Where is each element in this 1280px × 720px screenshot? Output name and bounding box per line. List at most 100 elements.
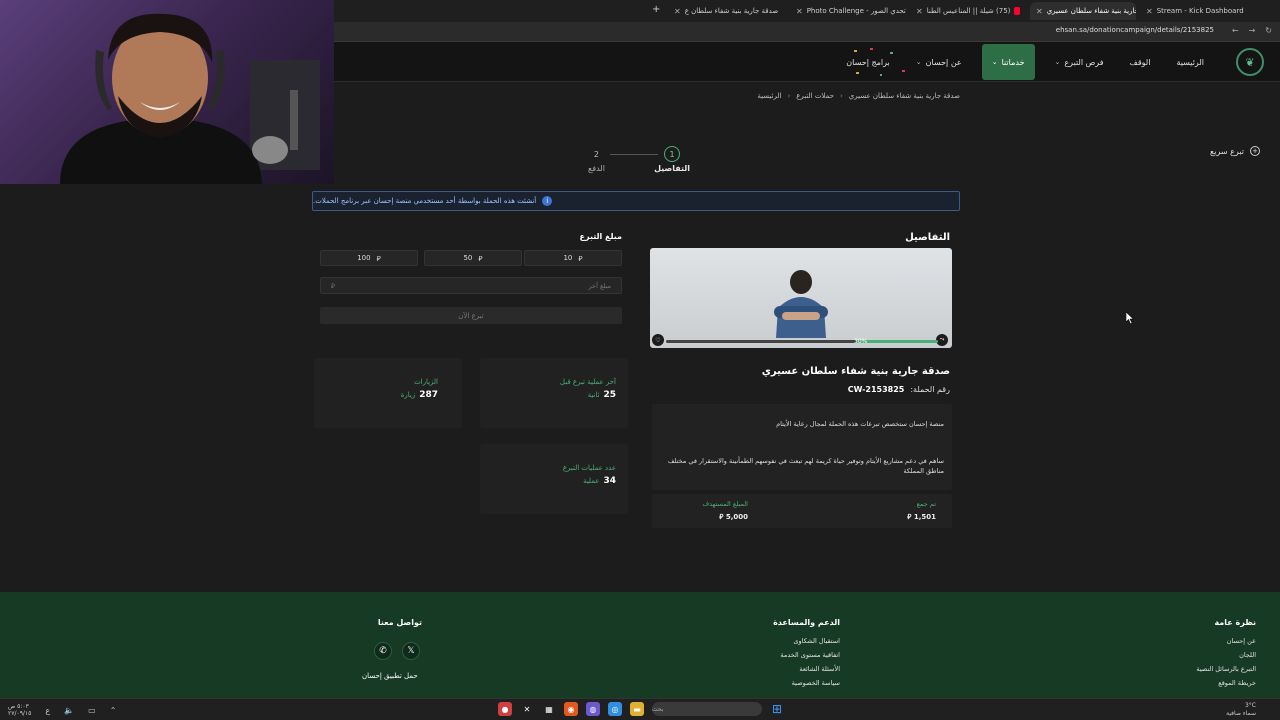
footer-link[interactable]: خريطة الموقع [1196,679,1256,687]
windows-start-icon[interactable]: ⊞ [770,702,784,716]
info-icon: i [542,196,553,206]
nav-about[interactable]: عن إحسان ⌄ [910,44,968,80]
footer-link[interactable]: سياسة الخصوصية [773,679,840,687]
speaker-icon[interactable]: 🔈 [64,706,74,715]
os-taskbar: ٥:٠٣ ص ٢٧/٠٩/١٥ ع 🔈 ▭ ⌃ ● ✕ ▦ ◉ ◍ ◎ ▬ بح… [0,698,1280,720]
app-icon[interactable]: ✕ [520,702,534,716]
nav-home[interactable]: الرئيسية [1170,44,1210,80]
chevron-left-icon: ‹ [787,92,791,100]
campaign-amounts: تم جمع 1,501 ⃁ المبلغ المستهدف 5,000 ⃁ [652,494,952,528]
tab-kick-dashboard[interactable]: Stream - Kick Dashboard ✕ [1140,2,1244,20]
nav-services[interactable]: خدماتنا ⌄ [981,44,1035,80]
youtube-icon [1014,7,1020,15]
footer-overview: نظرة عامة عن إحسان اللجان التبرع بالرسائ… [1196,618,1256,687]
phone-icon[interactable]: ✆ [374,642,392,660]
chevron-up-icon[interactable]: ⌃ [110,706,117,715]
screen: Stream - Kick Dashboard ✕ صدقة جارية بني… [0,0,1280,720]
amount-50-button[interactable]: 50 ⃁ [424,250,522,266]
tab-campaign-active[interactable]: صدقة جارية بنية شفاء سلطان عسيري ✕ [1030,2,1136,20]
clock[interactable]: ٥:٠٣ ص ٢٧/٠٩/١٥ [8,703,31,717]
new-tab-button[interactable]: + [652,4,660,15]
breadcrumb: الرئيسية ‹ حملات التبرع ‹ صدقة جارية بني… [757,92,960,100]
nav-waqf[interactable]: الوقف [1124,44,1157,80]
stepper-line [610,154,658,155]
donate-now-button[interactable]: تبرع الآن [320,307,622,324]
step-payment: 2 الدفع [588,149,605,174]
close-icon[interactable]: ✕ [916,7,923,16]
step-details: 1 التفاصيل [654,146,690,173]
footer-link[interactable]: عن إحسان [1196,637,1256,645]
footer-link[interactable]: التبرع بالرسائل النصية [1196,665,1256,673]
breadcrumb-campaigns[interactable]: حملات التبرع [796,92,834,100]
app-icon[interactable]: ◉ [564,702,578,716]
footer-contact: تواصل معنا [377,618,422,627]
tab-youtube[interactable]: (75) شيلة || المناعيس الطنا ✕ [910,2,1026,20]
donation-amount-title: مبلغ التبرع [579,232,622,241]
url-field[interactable]: ehsan.sa/donationcampaign/details/215382… [1056,26,1214,34]
mouse-cursor-icon [1126,312,1134,324]
notification-icon[interactable]: ▭ [88,706,96,715]
footer-link[interactable]: اتفاقية مستوى الخدمة [773,651,840,659]
app-icon[interactable]: ◍ [586,702,600,716]
tab-photo-challenge[interactable]: تحدي الصور - Photo Challenge ✕ [790,2,906,20]
app-icon[interactable]: ▦ [542,702,556,716]
webcam-overlay [0,0,334,184]
chevron-down-icon: ⌄ [1054,58,1061,66]
amount-100-button[interactable]: 100 ⃁ [320,250,418,266]
close-icon[interactable]: ✕ [1146,7,1153,16]
chevron-left-icon: ‹ [839,92,843,100]
footer-link[interactable]: استقبال الشكاوى [773,637,840,645]
campaign-description: منصة إحسان ستخصص تبرعات هذه الحملة لمجال… [652,404,952,490]
riyal-icon: ⃁ [719,513,724,521]
info-banner: i أنشئت هذه الحملة بواسطة أحد مستخدمي من… [312,191,960,211]
riyal-icon: ⃁ [578,254,583,263]
close-icon[interactable]: ✕ [674,7,681,16]
close-icon[interactable]: ✕ [1036,7,1043,16]
folder-icon[interactable]: ▬ [630,702,644,716]
target-amount: المبلغ المستهدف 5,000 ⃁ [702,500,748,521]
language-indicator[interactable]: ع [45,706,50,715]
details-title: التفاصيل [905,232,950,243]
footer-link[interactable]: اللجان [1196,651,1256,659]
footer-support: الدعم والمساعدة استقبال الشكاوى اتفاقية … [773,618,840,687]
last-donation-card: آخر عملية تبرع قبل 25 ثانية [480,358,628,428]
forward-icon[interactable]: → [1249,26,1256,35]
other-amount-input[interactable]: مبلغ آخر ⃁ [320,277,622,294]
app-download-label: حمل تطبيق إحسان [362,672,418,680]
amount-10-button[interactable]: 10 ⃁ [524,250,622,266]
weather-widget[interactable]: 3°C سماء صافية [1226,702,1256,718]
taskbar-search[interactable]: بحث [652,702,762,716]
stepper: 1 التفاصيل 2 الدفع [580,146,690,176]
chrome-icon[interactable]: ◎ [608,702,622,716]
quick-donate-button[interactable]: + تبرع سريع [1210,146,1260,156]
campaign-progress: 30% [656,338,948,348]
breadcrumb-home[interactable]: الرئيسية [757,92,781,100]
riyal-icon: ⃁ [907,513,912,521]
nav-donation-opportunities[interactable]: فرص التبرع ⌄ [1049,44,1110,80]
ehsan-logo[interactable]: ❦ [1236,48,1264,76]
confetti-decoration [854,48,905,76]
plus-circle-icon: + [1250,146,1260,156]
donation-count-card: عدد عمليات التبرع 34 عملية [480,444,628,514]
progress-percent: 30% [854,338,868,345]
site-footer: نظرة عامة عن إحسان اللجان التبرع بالرسائ… [0,592,1280,698]
streamer-image [60,13,320,184]
chevron-down-icon: ⌄ [915,58,922,66]
x-twitter-icon[interactable]: 𝕏 [402,642,420,660]
chevron-down-icon: ⌄ [991,58,998,66]
tab-campaign-2[interactable]: صدقة جارية بنية شفاء سلطان ع ✕ [668,2,786,20]
app-icon[interactable]: ● [498,702,512,716]
visits-card: الزيارات 287 زيارة [314,358,462,428]
riyal-icon: ⃁ [376,254,381,263]
footer-link[interactable]: الأسئلة الشائعة [773,665,840,673]
campaign-name: صدقة جارية بنية شفاء سلطان عسيري [761,366,950,377]
campaign-number: رقم الحملة: CW-2153825 [847,385,950,394]
progress-fill [856,340,938,343]
back-icon[interactable]: ← [1232,26,1239,35]
campaign-image: ♡ ⤳ [650,248,952,348]
close-icon[interactable]: ✕ [796,7,803,16]
reload-icon[interactable]: ↻ [1265,26,1272,35]
riyal-icon: ⃁ [478,254,483,263]
breadcrumb-current: صدقة جارية بنية شفاء سلطان عسيري [848,92,960,100]
riyal-icon: ⃁ [331,282,335,290]
